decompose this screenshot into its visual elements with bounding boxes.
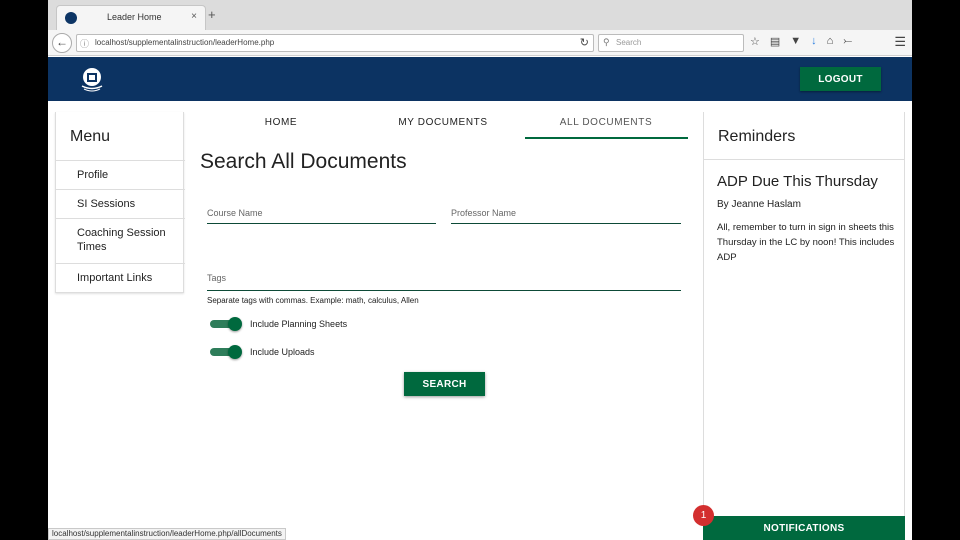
- tags-hint: Separate tags with commas. Example: math…: [207, 296, 419, 305]
- hamburger-menu-icon[interactable]: ☰: [894, 34, 906, 50]
- toggle-knob[interactable]: [228, 345, 242, 359]
- menu-item-profile[interactable]: Profile: [56, 160, 185, 189]
- url-bar[interactable]: ⓘ localhost/supplementalinstruction/lead…: [76, 34, 594, 52]
- back-arrow-icon: ←: [56, 35, 68, 49]
- menu-item-important-links[interactable]: Important Links: [56, 263, 185, 293]
- logo-icon[interactable]: [79, 66, 105, 92]
- tab-all-documents[interactable]: ALL DOCUMENTS: [556, 117, 656, 128]
- browser-search-bar[interactable]: ⚲ Search: [598, 34, 744, 52]
- uploads-label: Include Uploads: [250, 347, 315, 357]
- page-title: Search All Documents: [200, 150, 407, 173]
- reminder-heading: ADP Due This Thursday: [717, 173, 878, 190]
- tags-field[interactable]: Tags: [207, 273, 681, 291]
- url-text[interactable]: localhost/supplementalinstruction/leader…: [95, 38, 274, 47]
- menu-title: Menu: [70, 128, 111, 145]
- browser-tab[interactable]: Leader Home ×: [56, 5, 206, 30]
- menu-item-si-sessions[interactable]: SI Sessions: [56, 189, 185, 218]
- planning-sheets-toggle[interactable]: [210, 317, 242, 331]
- tab-title: Leader Home: [107, 12, 162, 22]
- navigation-bar: ← ⓘ localhost/supplementalinstruction/le…: [48, 30, 912, 56]
- tab-close-icon[interactable]: ×: [191, 11, 197, 22]
- toolbar-icons: ☆ ▤ ▼ ↓ ⌂ ⤚: [750, 35, 852, 51]
- notification-count-badge[interactable]: 1: [693, 505, 714, 526]
- reminder-author: By Jeanne Haslam: [717, 199, 801, 210]
- browser-search-placeholder[interactable]: Search: [616, 38, 641, 47]
- notifications-button[interactable]: NOTIFICATIONS: [703, 516, 905, 540]
- reminder-body: All, remember to turn in sign in sheets …: [717, 222, 895, 263]
- side-menu: Menu Profile SI Sessions Coaching Sessio…: [55, 112, 185, 293]
- professor-name-field[interactable]: Professor Name: [451, 208, 681, 224]
- tab-bar: Leader Home × +: [48, 0, 912, 30]
- professor-name-placeholder: Professor Name: [451, 208, 517, 218]
- course-name-placeholder: Course Name: [207, 208, 263, 218]
- reload-icon[interactable]: ↻: [580, 36, 589, 49]
- extension-icon[interactable]: ⤚: [843, 35, 852, 51]
- menu-item-coaching-session-times[interactable]: Coaching Session Times: [56, 218, 185, 263]
- active-tab-indicator: [525, 137, 688, 139]
- reminders-panel: Reminders ADP Due This Thursday By Jeann…: [703, 112, 905, 540]
- new-tab-button[interactable]: +: [208, 8, 216, 21]
- download-icon[interactable]: ↓: [811, 35, 817, 51]
- planning-sheets-label: Include Planning Sheets: [250, 319, 348, 329]
- toggle-knob[interactable]: [228, 317, 242, 331]
- reminders-title: Reminders: [718, 128, 796, 145]
- reading-list-icon[interactable]: ▤: [770, 35, 780, 51]
- tab-home[interactable]: HOME: [251, 117, 311, 128]
- bookmark-star-icon[interactable]: ☆: [750, 35, 760, 51]
- search-button[interactable]: SEARCH: [404, 372, 485, 396]
- app-header: LOGOUT: [48, 57, 912, 101]
- status-bar-url: localhost/supplementalinstruction/leader…: [48, 528, 286, 540]
- magnifier-icon: ⚲: [603, 37, 610, 47]
- back-button[interactable]: ←: [52, 33, 72, 53]
- logout-button[interactable]: LOGOUT: [800, 67, 881, 91]
- reminders-divider: [704, 159, 904, 160]
- course-name-field[interactable]: Course Name: [207, 208, 436, 224]
- site-favicon-icon: [65, 12, 77, 24]
- tags-placeholder: Tags: [207, 273, 227, 283]
- browser-window: Leader Home × + ← ⓘ localhost/supplement…: [48, 0, 912, 540]
- info-icon[interactable]: ⓘ: [80, 37, 89, 50]
- pocket-icon[interactable]: ▼: [790, 35, 801, 51]
- tab-my-documents[interactable]: MY DOCUMENTS: [393, 117, 493, 128]
- uploads-toggle[interactable]: [210, 345, 242, 359]
- home-icon[interactable]: ⌂: [827, 35, 834, 51]
